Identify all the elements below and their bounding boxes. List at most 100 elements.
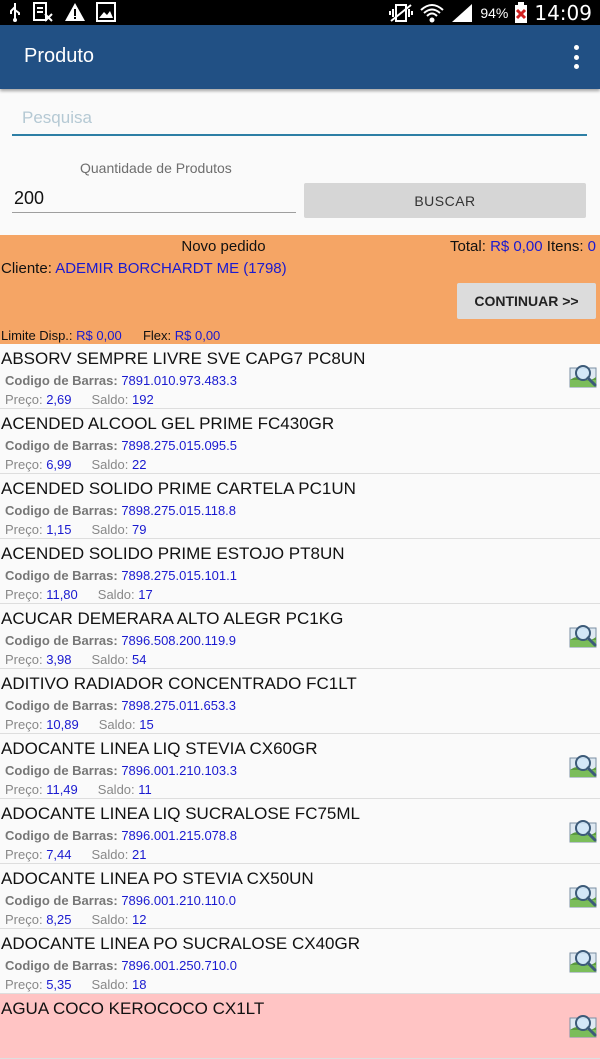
image-search-icon[interactable] xyxy=(569,363,598,389)
product-name: ACENDED SOLIDO PRIME ESTOJO PT8UN xyxy=(1,544,345,563)
barcode-label: Codigo de Barras: xyxy=(5,503,118,518)
flex-label: Flex: xyxy=(142,328,172,343)
battery-icon xyxy=(515,2,528,23)
battery-percent: 94% xyxy=(480,5,509,21)
price-value: 10,89 xyxy=(46,717,79,732)
client-line: Cliente: ADEMIR BORCHARDT ME (1798) xyxy=(1,260,287,277)
product-row[interactable]: ADOCANTE LINEA PO SUCRALOSE CX40GR Codigo… xyxy=(0,929,600,994)
total-value: R$ 0,00 xyxy=(490,238,543,255)
product-row[interactable]: AGUA COCO KEROCOCO CX1LT xyxy=(0,994,600,1059)
signal-icon xyxy=(452,4,473,22)
barcode-label: Codigo de Barras: xyxy=(5,373,118,388)
barcode-value: 7898.275.015.118.8 xyxy=(121,503,237,518)
stock-label: Saldo: xyxy=(91,652,129,667)
continuar-button[interactable]: CONTINUAR >> xyxy=(457,283,596,319)
flex-value: R$ 0,00 xyxy=(174,328,221,343)
overflow-menu-icon[interactable] xyxy=(568,45,584,69)
search-input[interactable] xyxy=(12,104,587,132)
barcode-value: 7896.508.200.119.9 xyxy=(121,633,237,648)
product-barcode: Codigo de Barras: 7896.001.210.110.0 xyxy=(5,893,236,908)
status-bar: 94% 14:09 xyxy=(0,0,600,25)
product-row[interactable]: ACUCAR DEMERARA ALTO ALEGR PC1KG Codigo d… xyxy=(0,604,600,669)
warning-icon xyxy=(65,3,85,21)
stock-label: Saldo: xyxy=(91,392,129,407)
image-search-icon[interactable] xyxy=(569,753,598,779)
barcode-value: 7896.001.250.710.0 xyxy=(121,958,237,973)
buscar-button[interactable]: BUSCAR xyxy=(304,183,586,218)
product-name: ADITIVO RADIADOR CONCENTRADO FC1LT xyxy=(1,674,357,693)
image-search-icon[interactable] xyxy=(569,883,598,909)
stock-label: Saldo: xyxy=(91,912,129,927)
product-row[interactable]: ABSORV SEMPRE LIVRE SVE CAPG7 PC8UN Codig… xyxy=(0,344,600,409)
product-row[interactable]: ADOCANTE LINEA LIQ STEVIA CX60GR Codigo d… xyxy=(0,734,600,799)
order-title: Novo pedido xyxy=(181,238,266,255)
image-search-icon[interactable] xyxy=(569,623,598,649)
stock-value: 54 xyxy=(132,652,147,667)
product-price-stock: Preço: 7,44 Saldo: 21 xyxy=(5,847,146,862)
price-label: Preço: xyxy=(5,522,43,537)
usb-icon xyxy=(10,3,20,22)
barcode-value: 7896.001.210.103.3 xyxy=(121,763,237,778)
wifi-icon xyxy=(420,4,445,23)
product-price-stock: Preço: 6,99 Saldo: 22 xyxy=(5,457,146,472)
price-label: Preço: xyxy=(5,392,43,407)
product-row[interactable]: ACENDED ALCOOL GEL PRIME FC430GR Codigo d… xyxy=(0,409,600,474)
product-row[interactable]: ADOCANTE LINEA LIQ SUCRALOSE FC75ML Codig… xyxy=(0,799,600,864)
product-row[interactable]: ACENDED SOLIDO PRIME CARTELA PC1UN Codigo… xyxy=(0,474,600,539)
order-total: Total: R$ 0,00 Itens: 0 xyxy=(450,238,596,255)
price-value: 2,69 xyxy=(46,392,72,407)
items-value: 0 xyxy=(587,238,596,255)
product-barcode: Codigo de Barras: 7896.001.250.710.0 xyxy=(5,958,237,973)
product-row[interactable]: ADITIVO RADIADOR CONCENTRADO FC1LT Codigo… xyxy=(0,669,600,734)
price-label: Preço: xyxy=(5,912,43,927)
product-price-stock: Preço: 5,35 Saldo: 18 xyxy=(5,977,146,992)
image-search-icon[interactable] xyxy=(569,818,598,844)
order-panel: Novo pedido Total: R$ 0,00 Itens: 0 Clie… xyxy=(0,235,600,344)
product-price-stock: Preço: 11,80 Saldo: 17 xyxy=(5,587,153,602)
price-label: Preço: xyxy=(5,457,43,472)
product-barcode: Codigo de Barras: 7891.010.973.483.3 xyxy=(5,373,237,388)
image-notification-icon xyxy=(96,2,116,22)
limits-line: Limite Disp.: R$ 0,00 Flex: R$ 0,00 xyxy=(1,328,220,343)
clock: 14:09 xyxy=(534,1,592,25)
product-price-stock: Preço: 8,25 Saldo: 12 xyxy=(5,912,146,927)
price-label: Preço: xyxy=(5,847,43,862)
product-barcode: Codigo de Barras: 7896.508.200.119.9 xyxy=(5,633,236,648)
product-name: ACENDED ALCOOL GEL PRIME FC430GR xyxy=(1,414,335,433)
product-price-stock: Preço: 2,69 Saldo: 192 xyxy=(5,392,154,407)
product-price-stock: Preço: 10,89 Saldo: 15 xyxy=(5,717,154,732)
barcode-value: 7896.001.210.110.0 xyxy=(121,893,237,908)
stock-label: Saldo: xyxy=(91,977,129,992)
barcode-value: 7898.275.015.095.5 xyxy=(121,438,237,453)
client-label: Cliente: xyxy=(1,260,52,277)
product-row[interactable]: ACENDED SOLIDO PRIME ESTOJO PT8UN Codigo … xyxy=(0,539,600,604)
price-label: Preço: xyxy=(5,717,43,732)
product-barcode: Codigo de Barras: 7898.275.015.095.5 xyxy=(5,438,237,453)
client-value: ADEMIR BORCHARDT ME (1798) xyxy=(55,260,287,277)
barcode-value: 7898.275.011.653.3 xyxy=(121,698,237,713)
product-name: ADOCANTE LINEA PO SUCRALOSE CX40GR xyxy=(1,934,360,953)
stock-value: 22 xyxy=(132,457,147,472)
product-barcode: Codigo de Barras: 7898.275.011.653.3 xyxy=(5,698,236,713)
stock-value: 17 xyxy=(138,587,153,602)
product-row[interactable]: ADOCANTE LINEA PO STEVIA CX50UN Codigo de… xyxy=(0,864,600,929)
product-price-stock: Preço: 11,49 Saldo: 11 xyxy=(5,782,152,797)
product-name: ADOCANTE LINEA PO STEVIA CX50UN xyxy=(1,869,314,888)
image-search-icon[interactable] xyxy=(569,1013,598,1039)
product-barcode: Codigo de Barras: 7898.275.015.118.8 xyxy=(5,503,236,518)
image-search-icon[interactable] xyxy=(569,948,598,974)
vibrate-icon xyxy=(389,4,414,22)
page-title: Produto xyxy=(24,45,95,67)
barcode-value: 7898.275.015.101.1 xyxy=(121,568,237,583)
barcode-label: Codigo de Barras: xyxy=(5,828,118,843)
product-list[interactable]: ABSORV SEMPRE LIVRE SVE CAPG7 PC8UN Codig… xyxy=(0,344,600,1059)
stock-value: 12 xyxy=(132,912,147,927)
stock-label: Saldo: xyxy=(98,717,136,732)
price-value: 5,35 xyxy=(46,977,72,992)
items-label: Itens: xyxy=(546,238,584,255)
product-barcode: Codigo de Barras: 7896.001.215.078.8 xyxy=(5,828,237,843)
stock-value: 11 xyxy=(138,782,152,797)
quantity-input[interactable] xyxy=(12,184,296,212)
stock-label: Saldo: xyxy=(91,457,129,472)
price-value: 1,15 xyxy=(46,522,72,537)
